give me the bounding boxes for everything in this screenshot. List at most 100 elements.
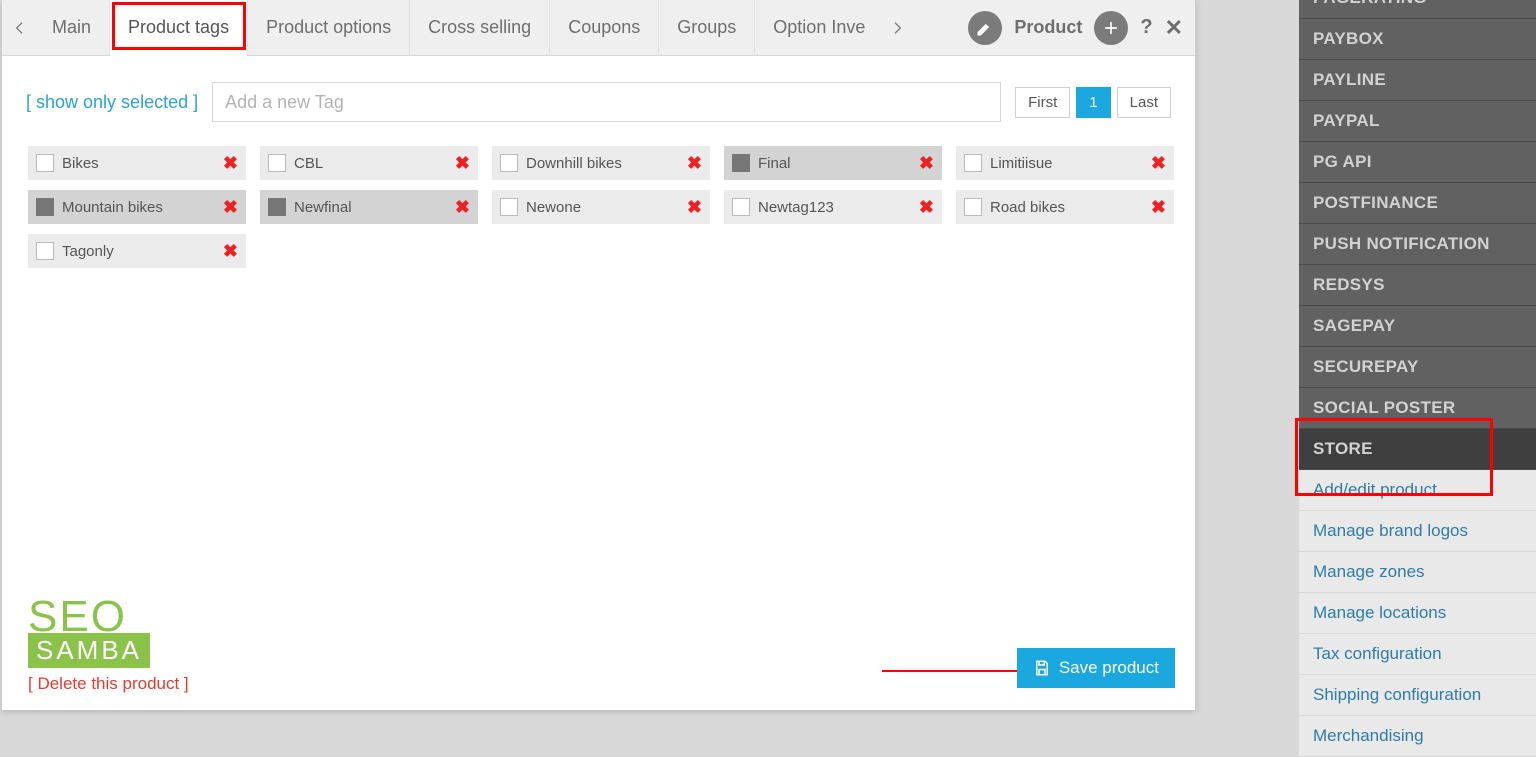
show-only-selected-link[interactable]: show only selected [26,92,198,113]
tab-label: Option Inve [773,17,865,38]
tag-delete-button[interactable]: ✖ [919,153,934,174]
sidebar-group[interactable]: PUSH NOTIFICATION [1299,224,1536,265]
sidebar-sub-item[interactable]: Merchandising [1299,716,1536,757]
close-button[interactable]: ✕ [1165,15,1183,41]
tag-checkbox[interactable] [36,154,54,172]
sidebar-sub-item[interactable]: Shipping configuration [1299,675,1536,716]
main-panel: Main Product tags Product options Cross … [2,0,1196,710]
tag-checkbox[interactable] [268,154,286,172]
sidebar-sub-item[interactable]: Tax configuration [1299,634,1536,675]
tag-item: Newfinal ✖ [260,190,478,224]
tag-checkbox[interactable] [964,154,982,172]
tab-label: Product tags [128,17,229,38]
sidebar-group[interactable]: PAYLINE [1299,60,1536,101]
tag-item: Bikes✖ [28,146,246,180]
sidebar-group[interactable]: PAGERATING [1299,0,1536,19]
tabs-scroll-left[interactable] [6,0,34,55]
tabs-scroll-right[interactable] [883,0,911,55]
sidebar-sub-item[interactable]: Add/edit product [1299,470,1536,511]
tab-label: Product options [266,17,391,38]
tag-delete-button[interactable]: ✖ [1151,153,1166,174]
sidebar-sub-item[interactable]: Manage zones [1299,552,1536,593]
pager-page-1[interactable]: 1 [1076,87,1110,118]
tag-label: CBL [294,155,447,172]
edit-button[interactable] [968,11,1002,45]
sidebar-group[interactable]: PG API [1299,142,1536,183]
tab-option-inventory[interactable]: Option Inve [755,0,883,56]
tag-item: Final ✖ [724,146,942,180]
tag-checkbox[interactable] [500,154,518,172]
tag-item: Tagonly✖ [28,234,246,268]
right-sidebar: PAGERATINGPAYBOXPAYLINEPAYPALPG APIPOSTF… [1299,0,1536,757]
sidebar-group[interactable]: SAGEPAY [1299,306,1536,347]
tag-label: Newtag123 [758,199,911,216]
pager-first[interactable]: First [1015,87,1070,118]
tab-label: Coupons [568,17,640,38]
pencil-icon [975,18,995,38]
tag-checkbox[interactable] [500,198,518,216]
tag-delete-button[interactable]: ✖ [919,197,934,218]
tag-item: CBL ✖ [260,146,478,180]
logo-top: SEO [28,597,1171,637]
save-product-button[interactable]: Save product [1017,648,1175,688]
tag-checkbox[interactable] [268,198,286,216]
sidebar-group[interactable]: PAYPAL [1299,101,1536,142]
help-button[interactable]: ? [1140,16,1152,39]
pager-last[interactable]: Last [1117,87,1171,118]
tab-groups[interactable]: Groups [659,0,755,56]
tag-delete-button[interactable]: ✖ [687,197,702,218]
tag-label: Downhill bikes [526,155,679,172]
save-label: Save product [1059,658,1159,678]
tag-delete-button[interactable]: ✖ [223,241,238,262]
sidebar-group[interactable]: PAYBOX [1299,19,1536,60]
tab-bar: Main Product tags Product options Cross … [2,0,1195,56]
tag-delete-button[interactable]: ✖ [1151,197,1166,218]
tag-checkbox[interactable] [36,198,54,216]
tag-checkbox[interactable] [732,154,750,172]
tag-checkbox[interactable] [36,242,54,260]
tabbar-right: Product ? ✕ [968,11,1191,45]
sidebar-group[interactable]: SECUREPAY [1299,347,1536,388]
tag-delete-button[interactable]: ✖ [687,153,702,174]
tag-delete-button[interactable]: ✖ [455,153,470,174]
logo: SEO SAMBA [28,597,1171,668]
sidebar-sub-item[interactable]: Manage brand logos [1299,511,1536,552]
sidebar-group[interactable]: SOCIAL POSTER [1299,388,1536,429]
tag-checkbox[interactable] [732,198,750,216]
product-label: Product [1014,17,1082,38]
tab-product-options[interactable]: Product options [248,0,410,56]
sidebar-group[interactable]: POSTFINANCE [1299,183,1536,224]
tag-delete-button[interactable]: ✖ [455,197,470,218]
sidebar-group[interactable]: REDSYS [1299,265,1536,306]
tab-cross-selling[interactable]: Cross selling [410,0,550,56]
tag-checkbox[interactable] [964,198,982,216]
save-icon [1033,659,1051,677]
chevron-left-icon [12,20,28,36]
tab-label: Main [52,17,91,38]
tab-label: Groups [677,17,736,38]
tag-item: Newtag123 ✖ [724,190,942,224]
tag-delete-button[interactable]: ✖ [223,197,238,218]
tag-label: Newone [526,199,679,216]
tab-coupons[interactable]: Coupons [550,0,659,56]
sidebar-sub-item[interactable]: Manage locations [1299,593,1536,634]
chevron-right-icon [889,20,905,36]
tag-delete-button[interactable]: ✖ [223,153,238,174]
tab-label: Cross selling [428,17,531,38]
tag-item: Road bikes✖ [956,190,1174,224]
plus-icon [1101,18,1121,38]
tag-label: Mountain bikes [62,199,215,216]
logo-bottom: SAMBA [28,633,150,668]
tag-item: Downhill bikes ✖ [492,146,710,180]
tag-label: Final [758,155,911,172]
tag-label: Newfinal [294,199,447,216]
new-tag-input[interactable] [212,82,1001,122]
sidebar-group[interactable]: STORE [1299,429,1536,470]
delete-product-link[interactable]: Delete this product [28,674,189,693]
tab-main[interactable]: Main [34,0,110,56]
tab-product-tags[interactable]: Product tags [110,0,248,56]
add-button[interactable] [1094,11,1128,45]
pager: First 1 Last [1015,87,1171,118]
footer: SEO SAMBA Delete this product Save produ… [2,585,1195,710]
tag-item: Limitiisue✖ [956,146,1174,180]
